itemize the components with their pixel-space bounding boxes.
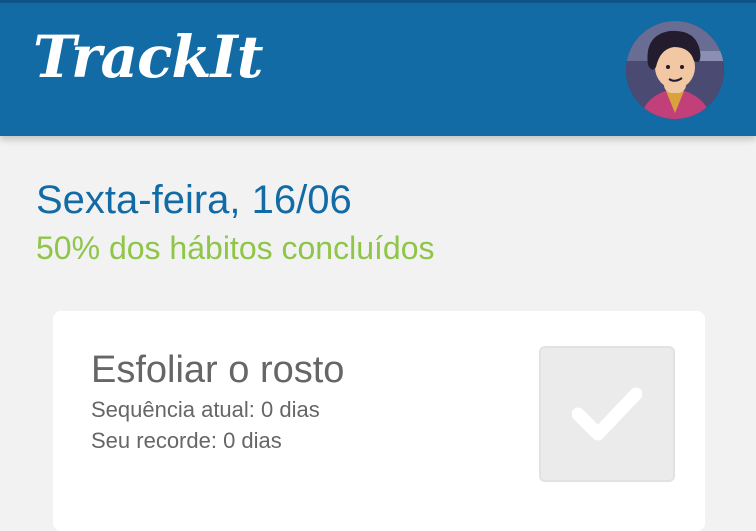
habit-card: Esfoliar o rosto Sequência atual: 0 dias… — [53, 311, 705, 531]
top-bar: TrackIt — [0, 0, 756, 136]
checkmark-icon — [572, 387, 642, 441]
progress-summary: 50% dos hábitos concluídos — [36, 230, 435, 266]
avatar-illustration — [626, 21, 724, 119]
top-bar-edge — [0, 0, 756, 3]
app-logo: TrackIt — [33, 23, 264, 91]
habit-record: Seu recorde: 0 dias — [91, 428, 282, 453]
habit-check-button[interactable] — [539, 346, 675, 482]
habit-current-streak: Sequência atual: 0 dias — [91, 397, 320, 422]
page-title: Sexta-feira, 16/06 — [36, 178, 352, 222]
user-avatar[interactable] — [626, 21, 724, 119]
habit-name: Esfoliar o rosto — [91, 349, 345, 391]
